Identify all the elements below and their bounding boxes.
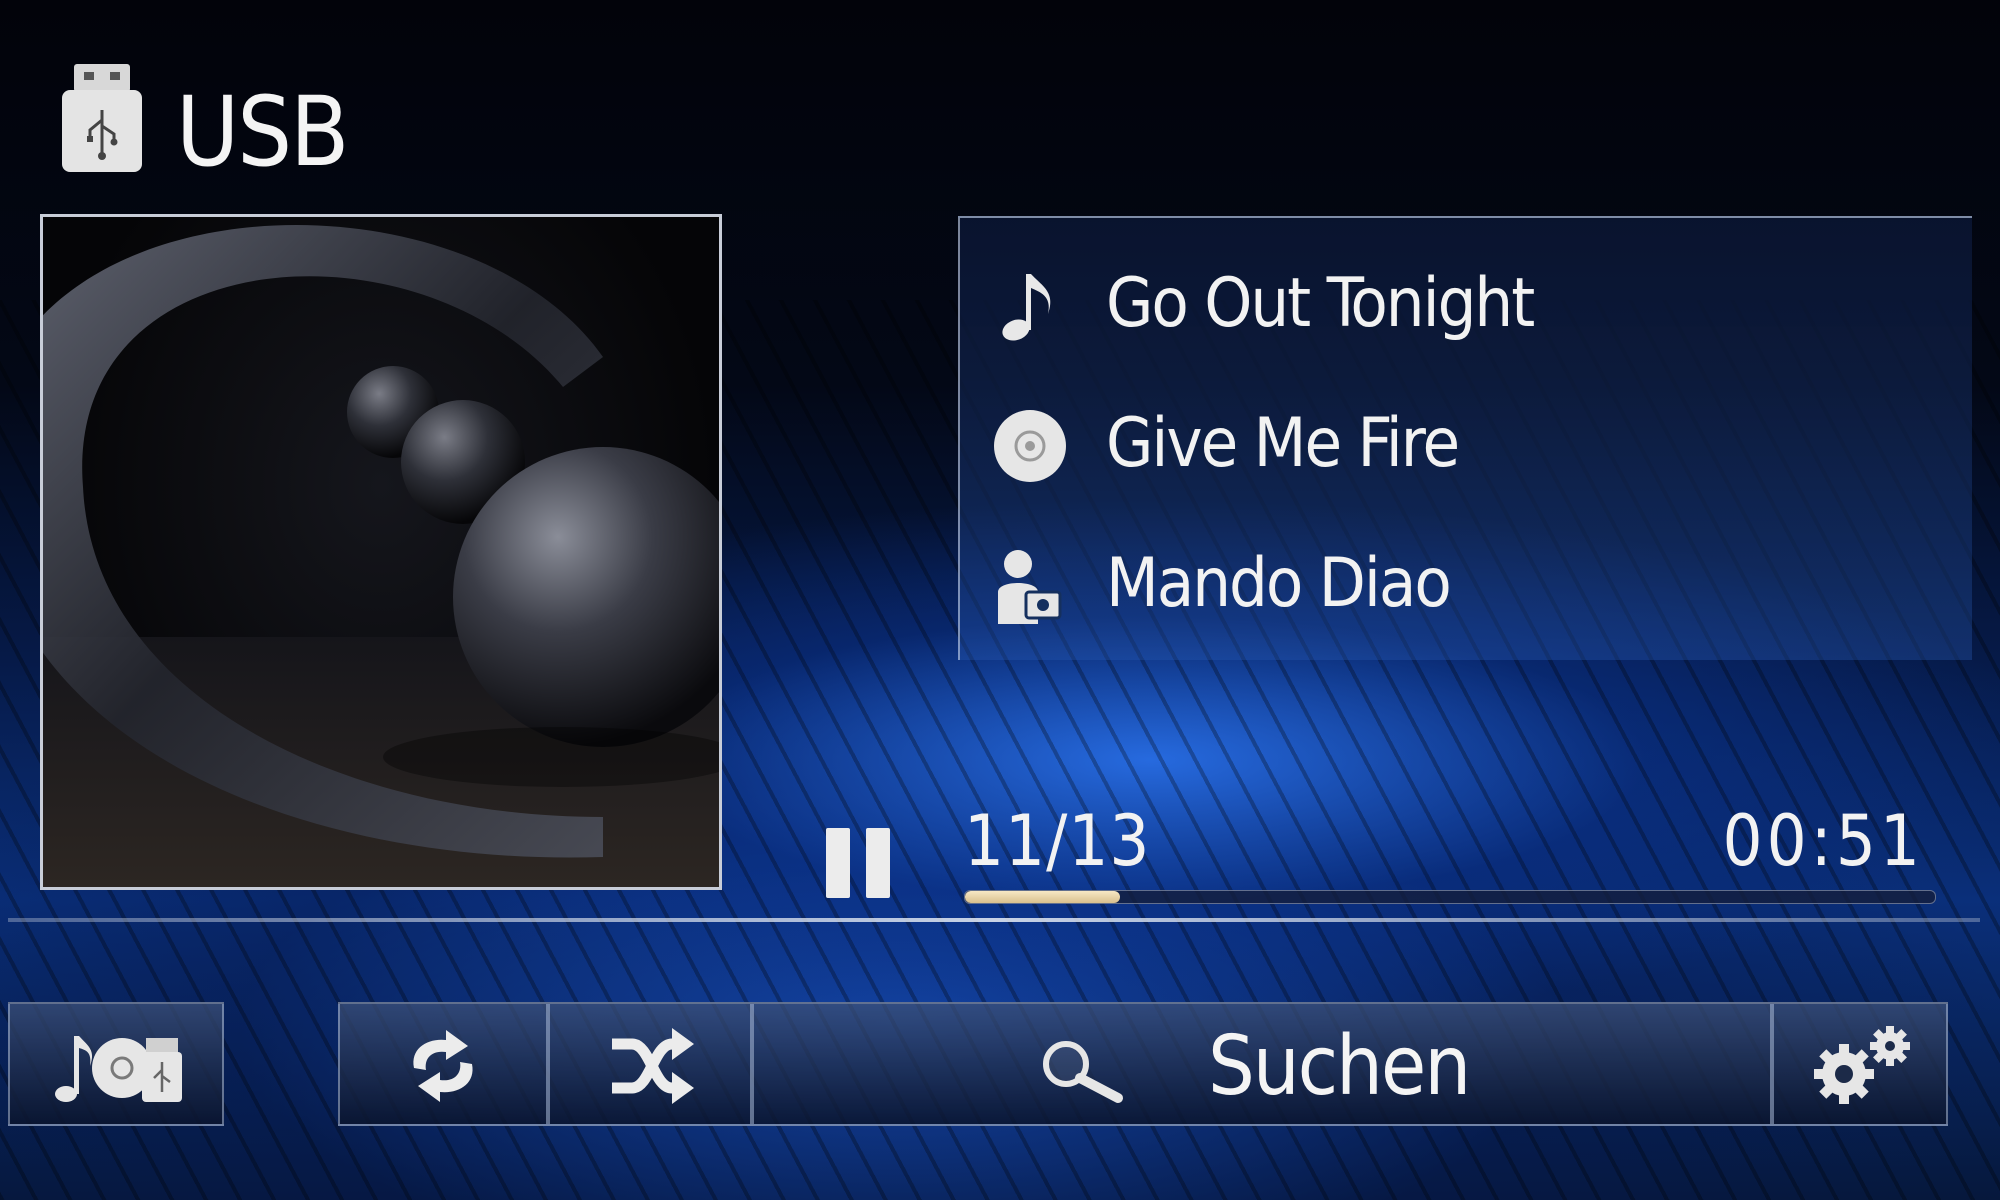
artist-row: Mando Diao [960, 528, 1960, 648]
settings-button[interactable] [1772, 1002, 1948, 1126]
settings-gears-icon [1814, 1026, 1910, 1104]
pause-icon[interactable] [822, 826, 896, 900]
track-counter: 11/13 [964, 800, 1151, 882]
search-label: Suchen [1208, 1019, 1471, 1114]
track-info-panel: Go Out Tonight Give Me Fire Mando Diao [958, 216, 1972, 660]
divider [8, 918, 1980, 922]
shuffle-button[interactable] [548, 1002, 752, 1126]
disc-icon [994, 410, 1066, 482]
album-cover-image [43, 225, 719, 887]
album-name: Give Me Fire [1106, 404, 1460, 483]
media-source-icon [55, 1036, 182, 1102]
elapsed-time: 00:51 [1722, 800, 1924, 882]
magnifier-icon [1043, 1041, 1123, 1103]
artist-name: Mando Diao [1106, 544, 1452, 623]
track-title-row: Go Out Tonight [960, 248, 1960, 368]
album-row: Give Me Fire [960, 388, 1960, 508]
progress-fill [965, 891, 1121, 903]
shuffle-icon [612, 1028, 694, 1104]
artist-icon [998, 550, 1062, 624]
progress-bar[interactable] [964, 890, 1936, 904]
music-note-icon [1002, 274, 1051, 341]
repeat-button[interactable] [338, 1002, 548, 1126]
media-screen: USB Go Out Tonight Give Me Fire Mando Di… [0, 0, 2000, 1200]
album-art[interactable] [40, 214, 722, 890]
repeat-icon [413, 1030, 473, 1102]
search-button[interactable]: Suchen [752, 1002, 1772, 1126]
source-button[interactable] [8, 1002, 224, 1126]
source-title: USB [176, 76, 349, 188]
usb-drive-icon [62, 64, 142, 172]
track-title: Go Out Tonight [1106, 264, 1535, 343]
